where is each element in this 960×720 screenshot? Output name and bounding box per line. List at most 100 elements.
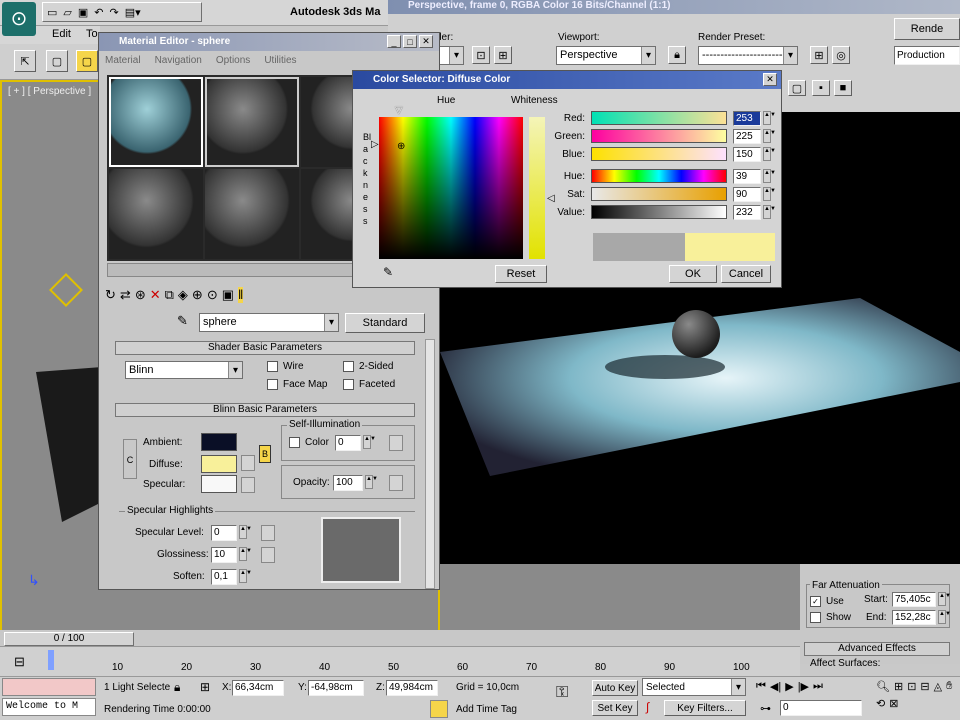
select-region-icon[interactable]: ▢ [46,50,68,72]
ok-button[interactable]: OK [669,265,717,283]
region-icon[interactable]: ⊡ [472,46,490,64]
save-icon[interactable]: ▣ [78,6,88,19]
minimize-button[interactable]: _ [387,35,401,48]
maxscript-listener-field[interactable] [2,678,96,696]
channel-spinner[interactable]: ▲▼ [763,205,776,219]
whiteness-pointer-icon[interactable]: ◁ [547,193,555,204]
ambient-color-swatch[interactable] [201,433,237,451]
face-map-checkbox[interactable] [267,379,278,390]
cancel-button[interactable]: Cancel [721,265,771,283]
sample-slot-scrollbar[interactable] [107,263,357,277]
project-folder-icon[interactable]: ▤▾ [125,6,141,19]
glossiness-value[interactable]: 10 [211,547,237,563]
soften-spinner[interactable]: ▲▼ [239,569,252,583]
channel-spinner[interactable]: ▲▼ [763,111,776,125]
menu-tools[interactable]: To [86,28,98,40]
sample-slot-4[interactable] [109,169,203,259]
put-to-scene-icon[interactable]: ⇄ [120,287,131,303]
time-tag-icon[interactable] [430,700,448,718]
channel-slider[interactable] [591,129,727,143]
opacity-map-button[interactable] [389,475,403,491]
opacity-spinner[interactable]: ▲▼ [365,475,378,489]
sample-slot-2[interactable] [205,77,299,167]
sample-slot-5[interactable] [205,169,299,259]
zoom-extents-all-icon[interactable]: ⊟ [920,680,929,693]
maximize-viewport-icon[interactable]: ⊠ [889,697,898,710]
material-editor-scrollbar[interactable] [425,339,435,589]
channel-value[interactable]: 150 [733,147,761,162]
get-material-icon[interactable]: ↻ [105,287,116,303]
copy-material-icon[interactable]: ⧉ [165,287,174,303]
hue-blackness-field[interactable] [379,117,523,259]
soften-value[interactable]: 0,1 [211,569,237,585]
self-illum-color-checkbox[interactable] [289,437,300,448]
default-tangent-icon[interactable]: ∫ [646,700,649,714]
sample-slot-6[interactable] [301,169,357,259]
field-of-view-icon[interactable]: ◬ [934,680,942,693]
set-key-icon[interactable]: ⚿ [556,684,568,702]
channel-spinner[interactable]: ▲▼ [763,169,776,183]
two-sided-checkbox[interactable] [343,361,354,372]
auto-key-button[interactable]: Auto Key [592,680,638,696]
key-filters-button[interactable]: Key Filters... [664,700,746,716]
material-type-button[interactable]: Standard [345,313,425,333]
maxscript-output[interactable]: Welcome to M [2,698,96,716]
render-preset-dropdown[interactable]: ------------------------- [698,46,798,65]
menu-material[interactable]: Material [105,55,141,66]
wire-checkbox[interactable] [267,361,278,372]
x-coord-value[interactable]: 66,34cm [232,680,284,696]
show-map-icon[interactable]: ▣ [222,287,234,303]
spec-level-spinner[interactable]: ▲▼ [239,525,252,539]
key-selection-dropdown[interactable]: Selected [642,678,746,696]
open-file-icon[interactable]: ▱ [63,6,71,19]
app-logo-icon[interactable]: ⊙ [2,2,36,36]
shader-dropdown[interactable]: Blinn [125,361,243,379]
sample-slot-1[interactable] [109,77,203,167]
channel-spinner[interactable]: ▲▼ [763,147,776,161]
opacity-value[interactable]: 100 [333,475,363,491]
undo-icon[interactable]: ↶ [94,6,103,19]
zoom-all-icon[interactable]: ⊞ [894,680,903,693]
sample-screen-color-icon[interactable]: ✎ [383,265,393,279]
channel-value[interactable]: 39 [733,169,761,184]
go-to-start-icon[interactable]: ⏮ [756,680,766,693]
hue-pointer-icon[interactable]: ▽ [395,105,403,116]
channel-slider[interactable] [591,187,727,201]
set-key-button[interactable]: Set Key [592,700,638,716]
new-file-icon[interactable]: ▭ [47,6,57,19]
put-library-icon[interactable]: ⊕ [192,287,203,303]
start-value[interactable]: 75,405c [892,592,936,607]
whiteness-bar[interactable] [529,117,545,259]
previous-frame-icon[interactable]: ◀| [770,680,781,693]
end-spinner[interactable]: ▲▼ [938,610,951,624]
copy-image-icon[interactable]: ▢ [788,80,806,96]
viewport-dropdown[interactable]: Perspective [556,46,656,65]
show-end-result-icon[interactable]: ‖ [238,287,244,303]
diffuse-map-button[interactable] [241,455,255,471]
current-frame-marker[interactable] [48,650,54,670]
key-mode-icon[interactable]: ⊶ [760,702,771,715]
color-picker-crosshair-icon[interactable]: ⊕ [397,141,405,152]
zoom-icon[interactable]: 🔍︎ [876,680,890,693]
orbit-icon[interactable]: ⟲ [876,697,885,710]
self-illum-map-button[interactable] [389,435,403,451]
channel-value[interactable]: 225 [733,129,761,144]
self-illum-spinner[interactable]: ▲▼ [363,435,376,449]
y-coord-value[interactable]: -64,98cm [308,680,364,696]
environment-icon[interactable]: ◎ [832,46,850,64]
map-lock-icon[interactable]: B [259,445,271,463]
channel-slider[interactable] [591,205,727,219]
menu-edit[interactable]: Edit [52,28,71,40]
add-time-tag[interactable]: Add Time Tag [456,704,517,715]
play-icon[interactable]: ▶ [785,680,793,693]
material-name-dropdown[interactable]: sphere [199,313,339,332]
advanced-effects-rollout[interactable]: Advanced Effects [804,642,950,656]
spec-level-value[interactable]: 0 [211,525,237,541]
end-value[interactable]: 152,28c [892,610,936,625]
lock-ambient-diffuse-icon[interactable]: C [123,439,137,479]
close-button[interactable]: ✕ [419,35,433,48]
specular-color-swatch[interactable] [201,475,237,493]
start-spinner[interactable]: ▲▼ [938,592,951,606]
effect-channel-icon[interactable]: ⊙ [207,287,218,303]
diffuse-color-swatch[interactable] [201,455,237,473]
